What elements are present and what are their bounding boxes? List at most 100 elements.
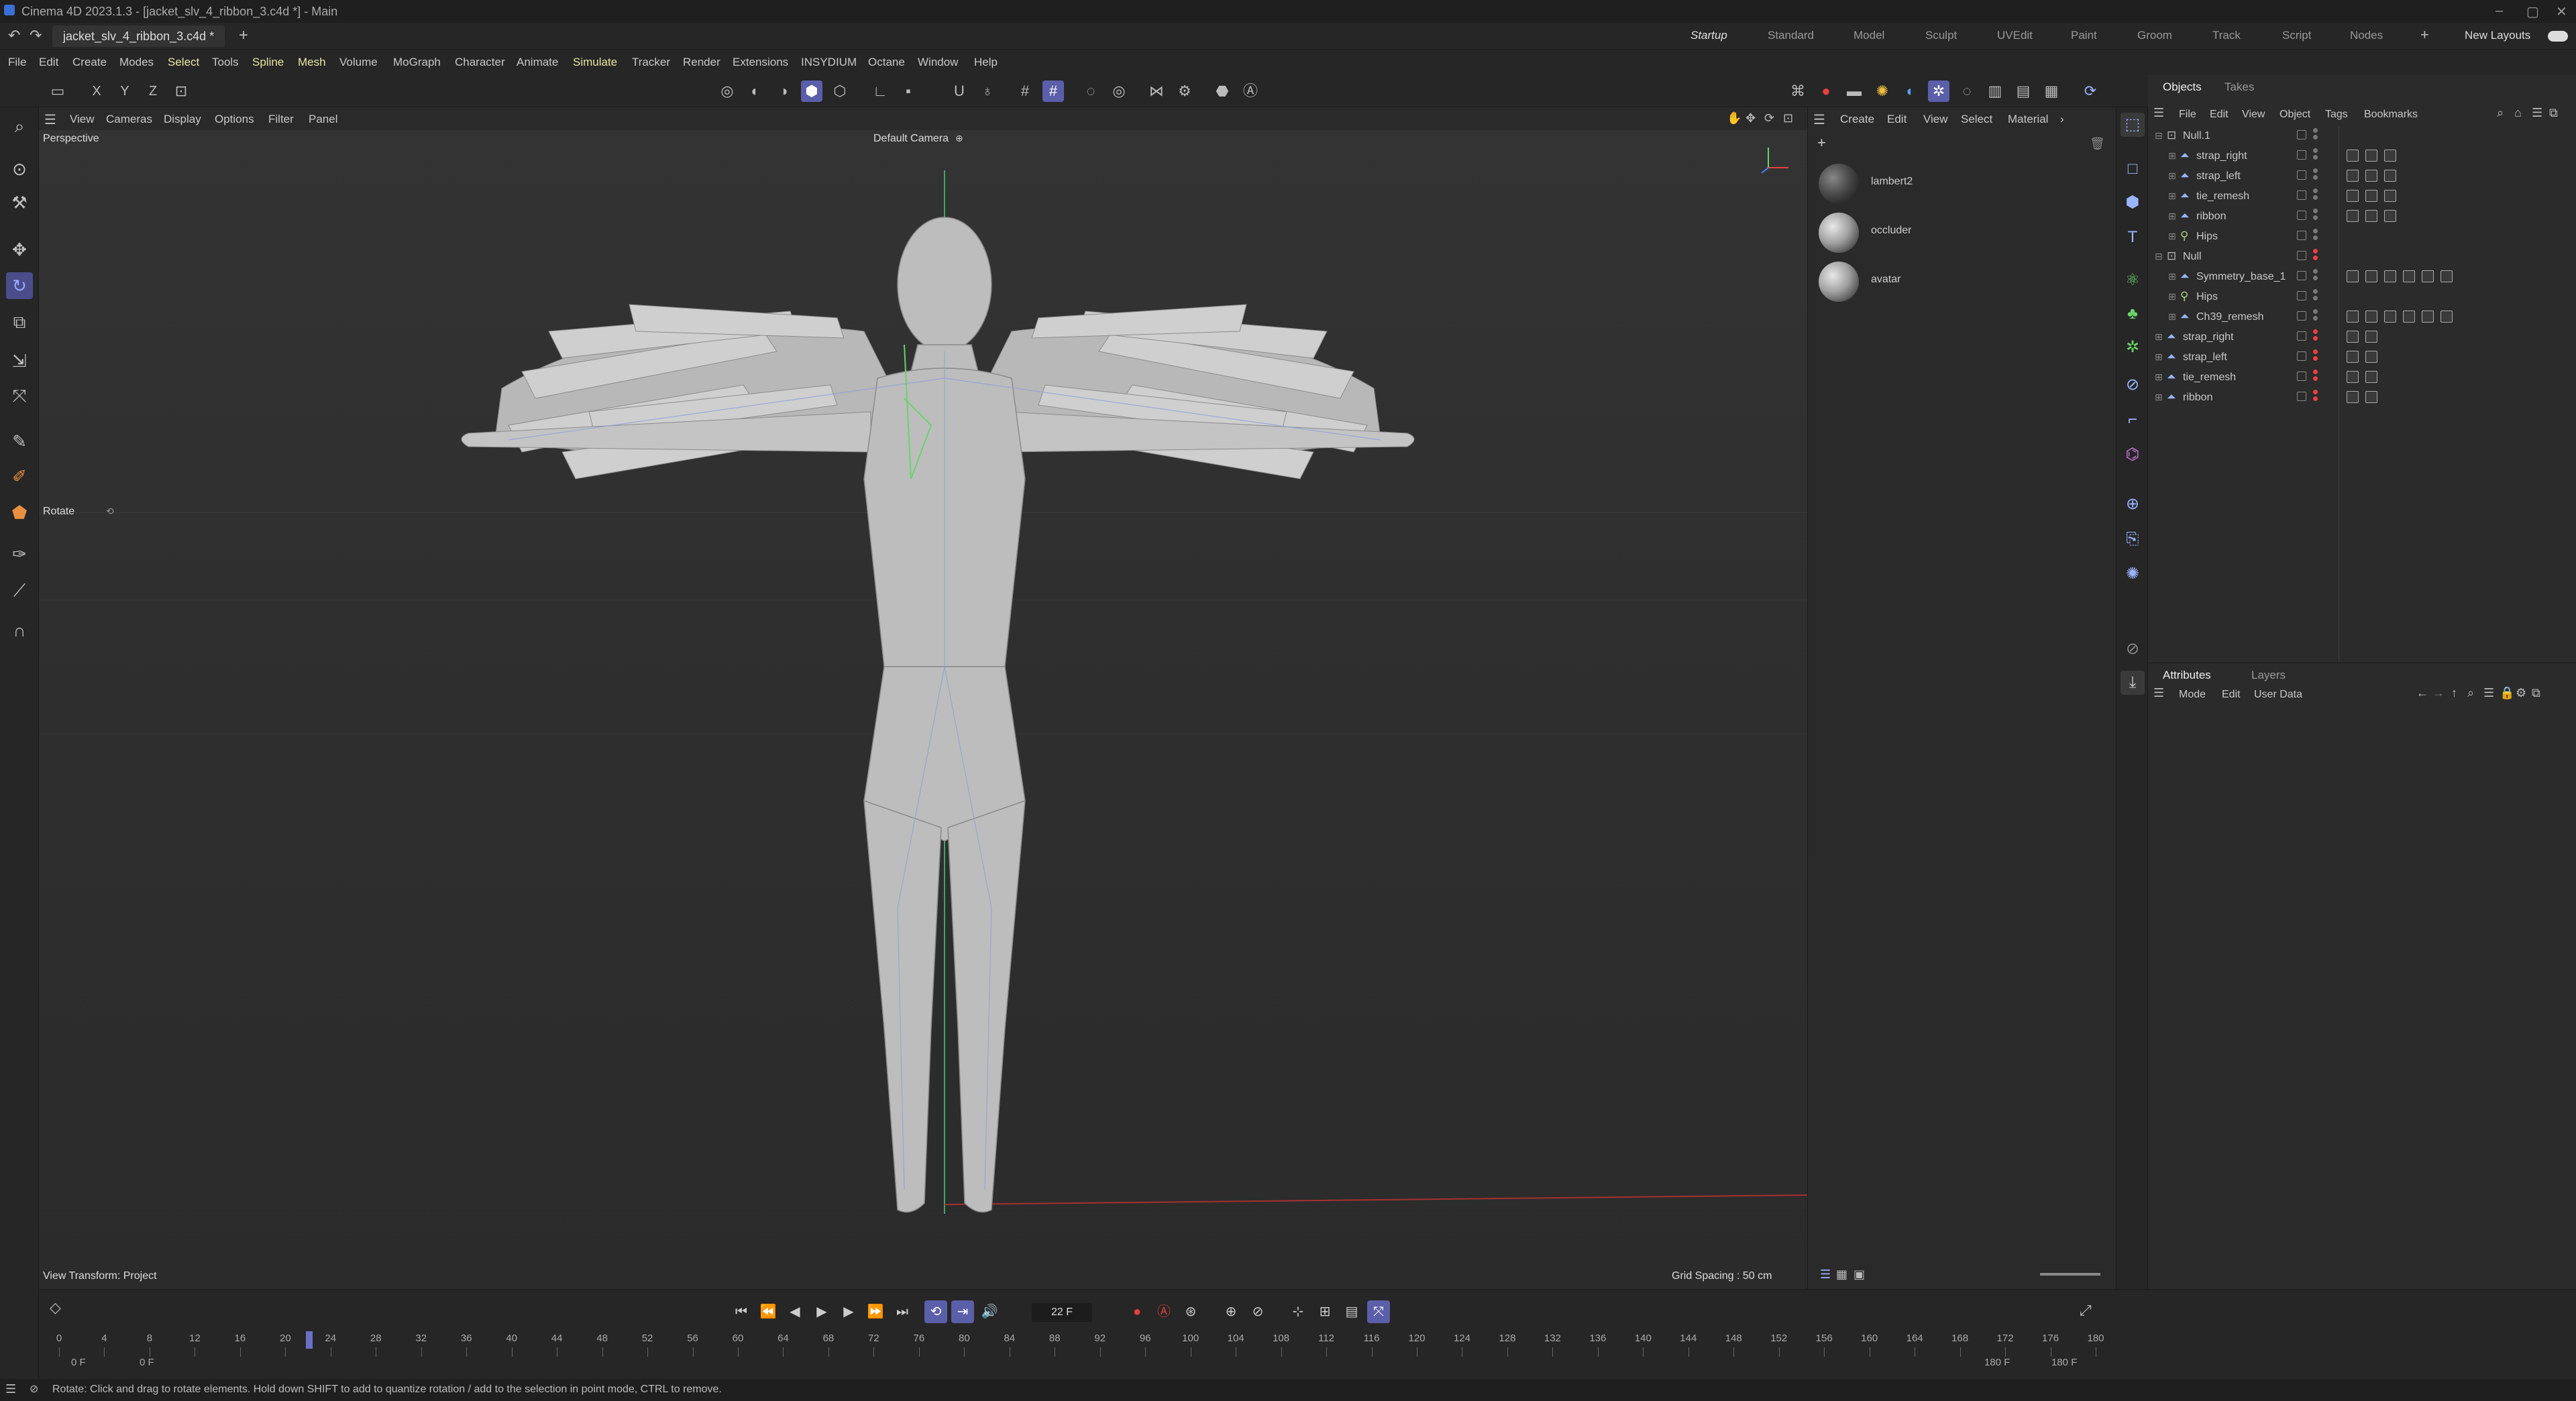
object-tag-icon[interactable]: [2403, 270, 2415, 282]
menu-tracker[interactable]: Tracker: [632, 56, 670, 69]
script-manager-icon[interactable]: ⌘: [1787, 80, 1809, 102]
text-icon[interactable]: T: [2121, 225, 2145, 249]
object-tag-icon[interactable]: [2365, 391, 2377, 403]
points-mode-icon[interactable]: ◎: [716, 80, 738, 102]
large-icon-view-icon[interactable]: ▣: [1854, 1268, 1865, 1282]
new-window-icon[interactable]: ⧉: [2549, 106, 2558, 120]
object-row[interactable]: ⊞ ⏶ strap_left: [2148, 166, 2576, 186]
visibility-dots[interactable]: [2313, 229, 2318, 242]
visibility-checkbox[interactable]: [2297, 190, 2306, 200]
visibility-checkbox[interactable]: [2297, 392, 2306, 401]
snap-magnet-icon[interactable]: U: [949, 80, 970, 102]
viewport-menu-filter[interactable]: Filter: [268, 113, 294, 126]
expand-icon[interactable]: ⊞: [2168, 150, 2176, 162]
expand-icon[interactable]: ⊞: [2168, 271, 2176, 282]
tab-objects[interactable]: Objects: [2163, 80, 2202, 94]
symmetry-icon[interactable]: ⋈: [1146, 80, 1167, 102]
edges-mode-icon[interactable]: ◐: [745, 80, 766, 102]
playhead[interactable]: [306, 1331, 313, 1349]
pen-icon[interactable]: ✎: [6, 428, 33, 455]
visibility-checkbox[interactable]: [2297, 211, 2306, 220]
workplane-icon[interactable]: #: [1014, 80, 1036, 102]
tab-attributes[interactable]: Attributes: [2163, 669, 2211, 682]
object-tag-icon[interactable]: [2384, 150, 2396, 162]
menu-help[interactable]: Help: [974, 56, 998, 69]
maximize-icon[interactable]: ▢: [2526, 3, 2539, 20]
material-item[interactable]: lambert2: [1815, 161, 2096, 207]
extrude-icon[interactable]: ⤧: [6, 382, 33, 409]
cube-outline-icon[interactable]: □: [2121, 157, 2145, 181]
object-menu-icon[interactable]: ☰: [2153, 106, 2164, 120]
search-icon[interactable]: ⌕: [6, 113, 33, 139]
start-frame-b[interactable]: 0 F: [140, 1357, 154, 1368]
up-icon[interactable]: ↑: [2451, 686, 2457, 700]
render-active-view-icon[interactable]: ▤: [2012, 80, 2034, 102]
object-menu-tags[interactable]: Tags: [2325, 109, 2348, 121]
layout-sculpt[interactable]: Sculpt: [1925, 29, 1957, 42]
menu-mesh[interactable]: Mesh: [298, 56, 326, 69]
camera-icon[interactable]: ⎘: [2121, 527, 2145, 551]
object-tag-icon[interactable]: [2365, 371, 2377, 383]
pan-icon[interactable]: ✋: [1727, 111, 1741, 125]
layout-standard[interactable]: Standard: [1768, 29, 1814, 42]
record-icon[interactable]: ●: [1815, 80, 1837, 102]
start-frame-a[interactable]: 0 F: [71, 1357, 86, 1368]
end-frame-b[interactable]: 180 F: [2051, 1357, 2077, 1368]
add-material-icon[interactable]: +: [1817, 134, 1826, 152]
layout-toggle[interactable]: [2548, 31, 2568, 42]
object-tag-icon[interactable]: [2347, 311, 2359, 323]
object-name[interactable]: strap_right: [2183, 331, 2234, 343]
visibility-dots[interactable]: [2313, 329, 2318, 343]
new-layouts-button[interactable]: New Layouts: [2465, 29, 2530, 42]
object-name[interactable]: ribbon: [2183, 392, 2212, 404]
menu-file[interactable]: File: [8, 56, 26, 69]
environment-icon[interactable]: ⊕: [2121, 492, 2145, 516]
menu-window[interactable]: Window: [918, 56, 958, 69]
object-row[interactable]: ⊞ ⏶ Ch39_remesh: [2148, 307, 2576, 327]
layout-nodes[interactable]: Nodes: [2350, 29, 2383, 42]
transform-icon[interactable]: ⇲: [6, 347, 33, 374]
menu-insydium[interactable]: INSYDIUM: [801, 56, 857, 69]
object-row[interactable]: ⊞ ⚲ Hips: [2148, 287, 2576, 307]
dolly-icon[interactable]: ✥: [1746, 111, 1756, 125]
visibility-dots[interactable]: [2313, 209, 2318, 222]
visibility-dots[interactable]: [2313, 128, 2318, 142]
grid-snap-icon[interactable]: #: [1042, 80, 1064, 102]
object-name[interactable]: Symmetry_base_1: [2196, 271, 2286, 283]
locked-workplane-icon[interactable]: ◎: [1108, 80, 1130, 102]
object-tag-icon[interactable]: [2365, 210, 2377, 222]
object-tag-icon[interactable]: [2365, 150, 2377, 162]
visibility-checkbox[interactable]: [2297, 291, 2306, 300]
object-tag-icon[interactable]: [2384, 170, 2396, 182]
redo-icon[interactable]: ↷: [30, 27, 42, 44]
object-row[interactable]: ⊞ ⏶ tie_remesh: [2148, 368, 2576, 388]
visibility-checkbox[interactable]: [2297, 150, 2306, 160]
viewport-menu-view[interactable]: View: [70, 113, 95, 126]
octane-icon[interactable]: Ⓐ: [1240, 80, 1261, 102]
attributes-menu-icon[interactable]: ☰: [2153, 686, 2164, 700]
object-tag-icon[interactable]: [2440, 311, 2453, 323]
render-settings-icon[interactable]: ⟳: [2080, 80, 2101, 102]
lock-icon[interactable]: 🔒: [2500, 686, 2514, 700]
expand-icon[interactable]: ⊞: [2168, 170, 2176, 182]
object-row[interactable]: ⊞ ⏶ tie_remesh: [2148, 186, 2576, 207]
timeline-ruler[interactable]: 0 4 8 12 16 20 24 28 32 36 40 44 48 52 56 60 64 68 72 76 80 8…: [39, 1290, 2576, 1380]
visibility-checkbox[interactable]: [2297, 271, 2306, 280]
object-name[interactable]: Hips: [2196, 291, 2218, 303]
visibility-dots[interactable]: [2313, 249, 2318, 262]
layout-track[interactable]: Track: [2212, 29, 2241, 42]
visibility-dots[interactable]: [2313, 309, 2318, 323]
material-menu-edit[interactable]: Edit: [1887, 113, 1907, 126]
texture-mode-icon[interactable]: ▪: [898, 80, 919, 102]
scene-icon[interactable]: ◌: [1956, 80, 1978, 102]
object-tag-icon[interactable]: [2384, 270, 2396, 282]
object-tag-icon[interactable]: [2365, 190, 2377, 202]
visibility-checkbox[interactable]: [2297, 231, 2306, 240]
modeling-settings-icon[interactable]: ⚙: [1174, 80, 1195, 102]
expand-icon[interactable]: ⊞: [2155, 392, 2163, 403]
undo-icon[interactable]: ↶: [8, 27, 20, 44]
end-frame-a[interactable]: 180 F: [1984, 1357, 2010, 1368]
menu-render[interactable]: Render: [683, 56, 720, 69]
object-tag-icon[interactable]: [2347, 190, 2359, 202]
visibility-dots[interactable]: [2313, 148, 2318, 162]
